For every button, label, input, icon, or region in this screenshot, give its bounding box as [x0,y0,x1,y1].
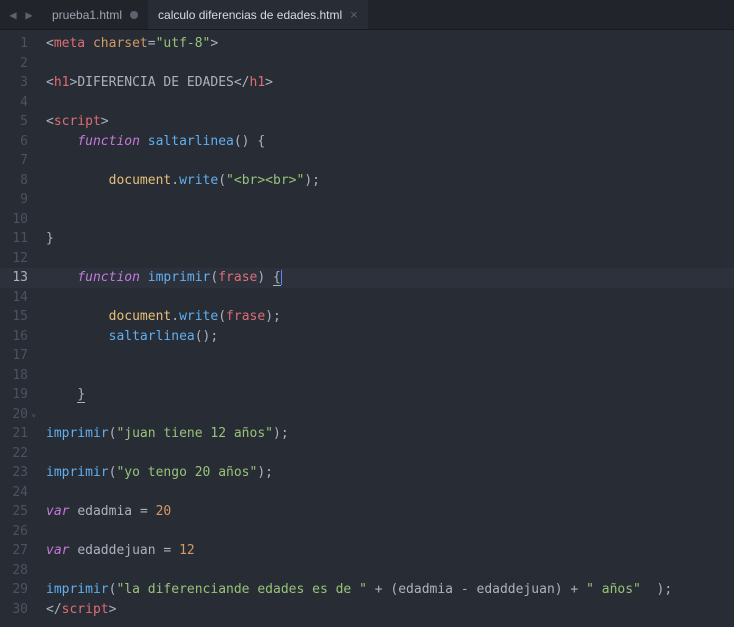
line-number: 23 [0,463,28,483]
fold-icon[interactable]: ⌄ [31,405,36,425]
code-line [38,93,734,113]
code-line: <script> [38,112,734,132]
code-line [38,444,734,464]
line-number: 14 [0,288,28,308]
line-number: 24 [0,483,28,503]
code-line: } [38,229,734,249]
line-number: 29 [0,580,28,600]
code-line [38,190,734,210]
line-number: 5 [0,112,28,132]
close-icon[interactable]: × [350,8,358,21]
code-line [38,405,734,425]
code-line: </script> [38,600,734,620]
code-line [38,288,734,308]
line-number: 8 [0,171,28,191]
tab-label: calculo diferencias de edades.html [158,8,342,22]
tab-nav-next-icon[interactable]: ▶ [22,8,36,22]
line-number: 28 [0,561,28,581]
tab-dirty-indicator-icon [130,11,138,19]
line-number: 26 [0,522,28,542]
line-number: 30 [0,600,28,620]
code-line: <meta charset="utf-8"> [38,34,734,54]
code-line: document.write("<br><br>"); [38,171,734,191]
code-line [38,522,734,542]
line-number: 9 [0,190,28,210]
code-line [38,210,734,230]
tab-nav: ◀ ▶ [0,8,42,22]
line-number: 27 [0,541,28,561]
tab-prueba1[interactable]: prueba1.html [42,0,148,29]
code-line [38,366,734,386]
line-number: 4 [0,93,28,113]
line-number: 19 [0,385,28,405]
line-number: 12 [0,249,28,269]
tab-calculo-diferencias[interactable]: calculo diferencias de edades.html × [148,0,368,29]
code-line: saltarlinea(); [38,327,734,347]
line-number: 18 [0,366,28,386]
tab-bar: ◀ ▶ prueba1.html calculo diferencias de … [0,0,734,30]
code-line [38,483,734,503]
code-line [38,151,734,171]
code-line: function imprimir(frase) { [38,268,734,288]
line-number: 6 [0,132,28,152]
code-line [38,561,734,581]
editor-area: 1234567891011121314151617181920212223242… [0,30,734,627]
line-number: 2 [0,54,28,74]
line-number: 11 [0,229,28,249]
line-number: 20 [0,405,28,425]
line-number: 3 [0,73,28,93]
code-line: var edaddejuan = 12 [38,541,734,561]
code-line: imprimir("yo tengo 20 años"); [38,463,734,483]
line-number: 10 [0,210,28,230]
line-number: 16 [0,327,28,347]
line-number: 15 [0,307,28,327]
code-line [38,346,734,366]
line-number: 7 [0,151,28,171]
tab-nav-prev-icon[interactable]: ◀ [6,8,20,22]
code-line: imprimir("la diferenciande edades es de … [38,580,734,600]
code-line: imprimir("juan tiene 12 años"); [38,424,734,444]
code-content[interactable]: <meta charset="utf-8"> <h1>DIFERENCIA DE… [38,30,734,627]
code-line [38,54,734,74]
line-number: 17 [0,346,28,366]
code-line: var edadmia = 20 [38,502,734,522]
code-line: } [38,385,734,405]
code-line [38,249,734,269]
line-number: 22 [0,444,28,464]
code-line: <h1>DIFERENCIA DE EDADES</h1> [38,73,734,93]
line-number: 1 [0,34,28,54]
line-number-gutter: 1234567891011121314151617181920212223242… [0,30,38,627]
code-line: function saltarlinea() { [38,132,734,152]
line-number: 21 [0,424,28,444]
code-line: document.write(frase); [38,307,734,327]
tab-label: prueba1.html [52,8,122,22]
line-number: 25 [0,502,28,522]
line-number: 13 [0,268,28,288]
